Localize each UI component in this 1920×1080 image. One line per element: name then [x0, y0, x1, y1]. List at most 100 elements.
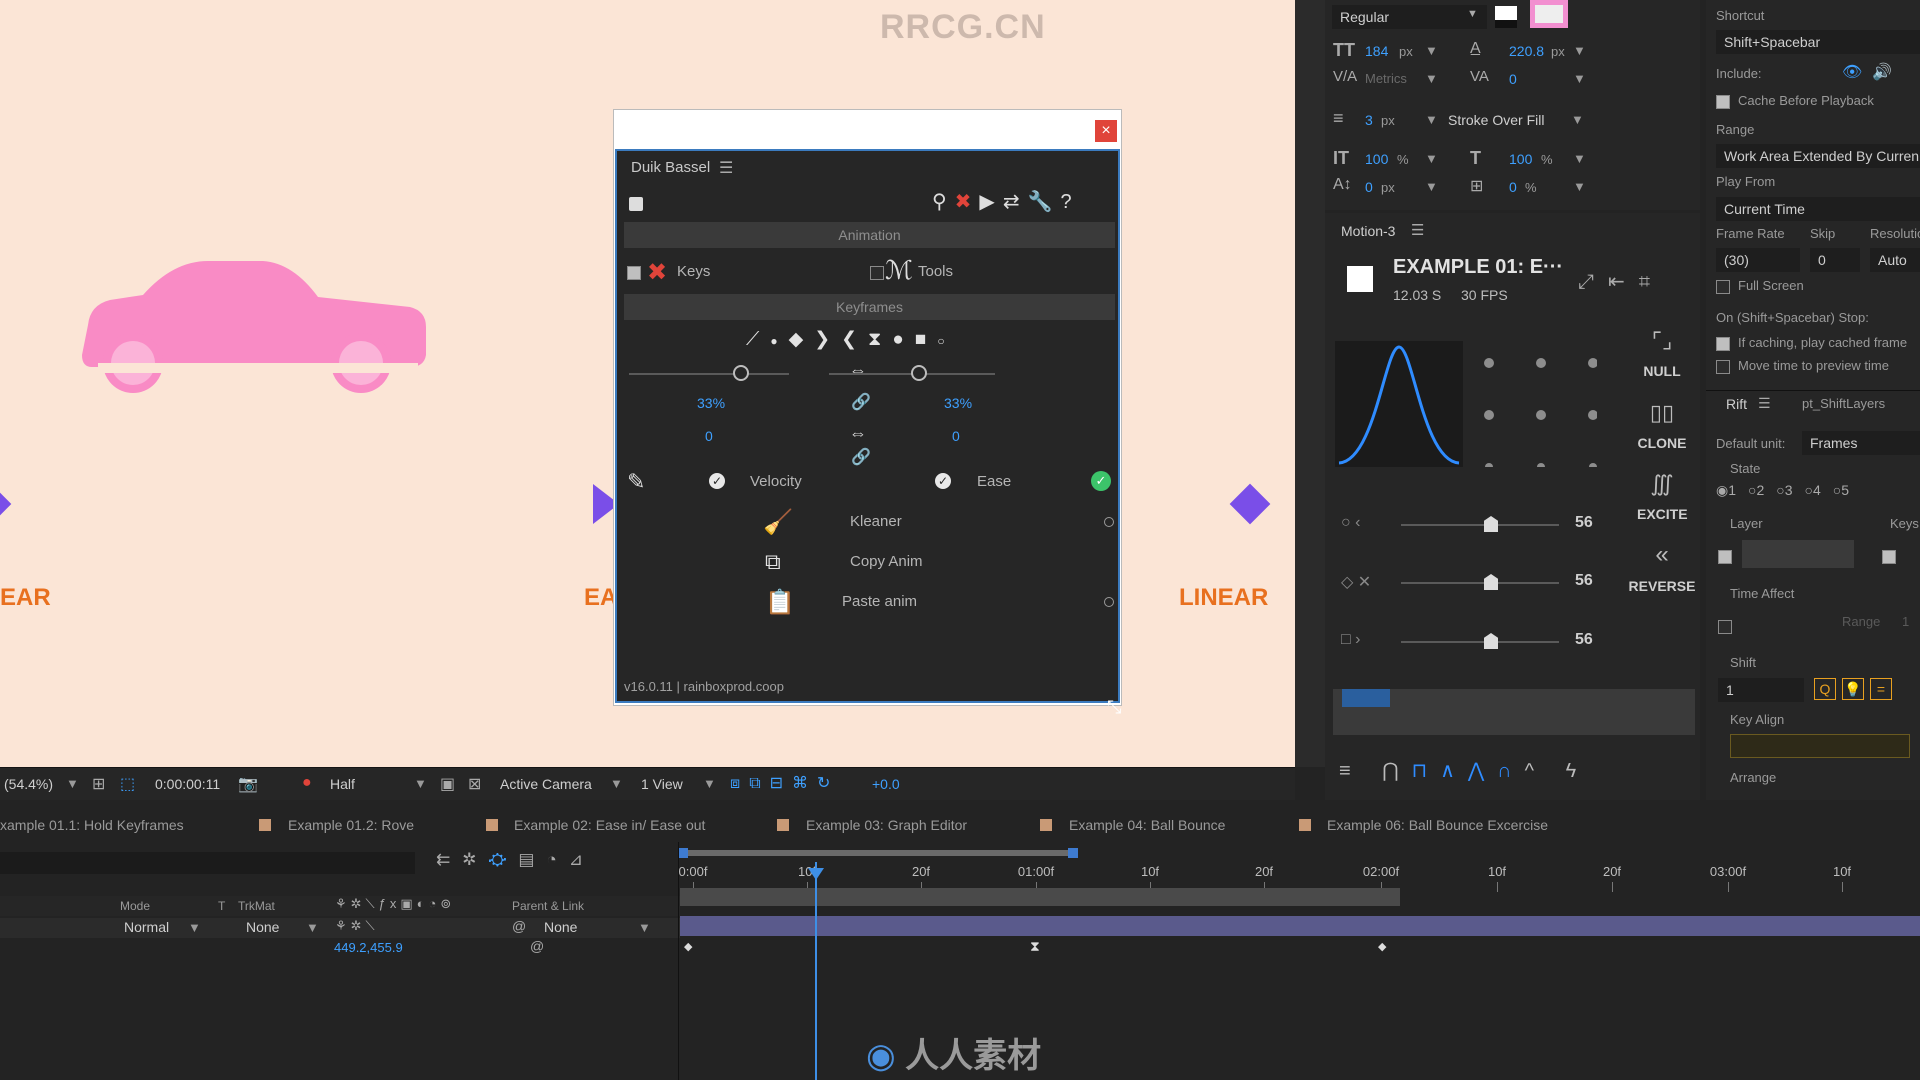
toggle-pixel-icon[interactable]: ⧈ [730, 775, 749, 792]
null-button[interactable]: NULL [1637, 363, 1687, 379]
curve-a-icon[interactable]: ⊓ [1412, 760, 1441, 782]
state-radio-5[interactable]: ○5 [1833, 482, 1849, 498]
shift-bulb-button[interactable]: 💡 [1842, 678, 1864, 700]
flowchart-icon[interactable]: ⌘ [792, 775, 817, 792]
help-icon[interactable]: ? [1060, 191, 1079, 213]
play-from-select[interactable]: Current Time [1716, 197, 1920, 221]
menu-icon[interactable]: ≡ [1339, 760, 1364, 782]
exposure-value[interactable]: +0.0 [872, 776, 900, 792]
parent-select[interactable]: None [544, 919, 577, 935]
clone-button[interactable]: CLONE [1637, 435, 1687, 451]
range-field[interactable]: Range [1842, 614, 1880, 629]
influence-left-knob[interactable] [733, 365, 749, 381]
slider-1-track[interactable] [1401, 524, 1559, 526]
shift-equals-button[interactable]: = [1870, 678, 1892, 700]
fill-color-swatch[interactable] [1495, 6, 1517, 28]
tools-checkbox[interactable] [870, 266, 884, 280]
velocity-label[interactable]: Velocity [750, 473, 802, 490]
tab-ball-bounce-exercise[interactable]: Example 06: Ball Bounce Excercise [1327, 817, 1548, 833]
font-size-value[interactable]: 184 [1365, 43, 1388, 59]
chevron-down-icon[interactable]: ▼ [638, 920, 651, 935]
roi-icon[interactable]: ▣ [440, 774, 455, 794]
state-radio-4[interactable]: ○4 [1805, 482, 1821, 498]
slider-2-track[interactable] [1401, 582, 1559, 584]
paste-options-icon[interactable] [1104, 597, 1114, 607]
ease-out-icon[interactable]: ❮ [841, 329, 868, 350]
timeline-icon[interactable]: ⊟ [770, 775, 792, 792]
tab-graph-editor[interactable]: Example 03: Graph Editor [806, 817, 967, 833]
stroke-color-swatch[interactable] [1530, 0, 1568, 28]
swap-icon[interactable]: ⇄ [1003, 191, 1028, 213]
velocity-check-icon[interactable]: ✓ [709, 473, 725, 489]
tab-rove[interactable]: Example 01.2: Rove [288, 817, 414, 833]
hold-key-icon[interactable]: ■ [915, 329, 937, 350]
auto-bezier-icon[interactable]: ● [892, 329, 914, 350]
panel-menu-icon[interactable]: ☰ [1758, 395, 1771, 412]
fast-preview-icon[interactable]: ⧉ [749, 775, 769, 792]
time-ruler[interactable]: 0:00f 10f 20f 01:00f 10f 20f 02:00f 10f 20f 03:00… [0, 842, 1920, 892]
influence-left-value[interactable]: 33% [697, 395, 725, 411]
shift-value-input[interactable]: 1 [1718, 678, 1804, 702]
eyedropper-icon[interactable]: ✎ [627, 469, 645, 495]
stroke-width-value[interactable]: 3 [1365, 112, 1373, 128]
caret-icon[interactable]: ^ [1525, 760, 1547, 782]
leading-value[interactable]: 220.8 [1509, 43, 1544, 59]
ease-square-icon[interactable]: □ › [1341, 631, 1360, 649]
keys-checkbox[interactable] [1882, 550, 1896, 564]
chevron-down-icon[interactable]: ▼ [1425, 179, 1438, 194]
kerning-value[interactable]: Metrics [1365, 71, 1407, 86]
layer-duration-bar[interactable] [680, 888, 1400, 906]
state-radio-3[interactable]: ○3 [1776, 482, 1792, 498]
influence-right-value[interactable]: 33% [944, 395, 972, 411]
layer-switch-icons[interactable]: ⚘✲⟍ [335, 918, 379, 934]
chevron-down-icon[interactable]: ▼ [1425, 112, 1438, 127]
layer-checkbox[interactable] [1718, 550, 1732, 564]
paste-anim-button[interactable]: Paste anim [842, 593, 917, 610]
panel-square-icon[interactable] [629, 197, 643, 211]
tab-ease-in-out[interactable]: Example 02: Ease in/ Ease out [514, 817, 705, 833]
range-select[interactable]: Work Area Extended By Curren [1716, 144, 1920, 168]
excite-button[interactable]: EXCITE [1637, 506, 1688, 522]
clone-icon[interactable]: ▯▯ [1637, 400, 1687, 426]
move-time-checkbox[interactable] [1716, 360, 1730, 374]
chevron-down-icon[interactable]: ▼ [1425, 43, 1438, 58]
roving-key-icon[interactable]: ○ [937, 334, 955, 348]
resolution-select[interactable]: Auto [1870, 248, 1920, 272]
position-value[interactable]: 449.2,455.9 [334, 940, 403, 955]
keyframe-2[interactable]: ⧗ [1030, 938, 1040, 955]
tools-label[interactable]: Tools [918, 263, 953, 280]
if-caching-checkbox[interactable] [1716, 337, 1730, 351]
cache-checkbox[interactable] [1716, 95, 1730, 109]
panel-menu-icon[interactable]: ☰ [719, 158, 733, 178]
reverse-button[interactable]: REVERSE [1625, 578, 1699, 594]
excite-icon[interactable]: ∭ [1637, 471, 1687, 497]
influence-right-knob[interactable] [911, 365, 927, 381]
current-timecode[interactable]: 0:00:00:11 [155, 776, 220, 792]
skip-select[interactable]: 0 [1810, 248, 1860, 272]
key-align-buttons[interactable] [1730, 734, 1910, 758]
null-icon[interactable]: ⌜⌟ [1637, 328, 1687, 354]
slider-3-value[interactable]: 56 [1575, 631, 1593, 649]
chevron-down-icon[interactable]: ▼ [414, 776, 427, 791]
frame-rate-select[interactable]: (30) [1716, 248, 1800, 272]
influence-left-track[interactable] [629, 373, 789, 375]
layer-bar[interactable] [680, 916, 1920, 936]
camera-icon[interactable]: ▶ [979, 191, 1002, 213]
animation-icon[interactable]: ✖ [955, 191, 980, 213]
reset-exposure-icon[interactable]: ↻ [817, 775, 839, 792]
expand-icon[interactable]: ⤢ [1578, 271, 1608, 293]
lightning-icon[interactable]: ϟ [1566, 760, 1590, 782]
snapshot-icon[interactable]: 📷 [238, 774, 258, 794]
transparency-grid-icon[interactable]: ⊠ [468, 774, 481, 794]
tab-ball-bounce[interactable]: Example 04: Ball Bounce [1069, 817, 1225, 833]
default-unit-select[interactable]: Frames [1802, 431, 1920, 455]
playhead-line[interactable] [815, 862, 817, 1080]
trkmat-select[interactable]: None [246, 919, 279, 935]
ease-check-icon[interactable]: ✓ [935, 473, 951, 489]
region-icon[interactable]: ⬚ [120, 774, 135, 794]
shift-q-button[interactable]: Q [1814, 678, 1836, 700]
tsume-value[interactable]: 0 [1509, 179, 1517, 195]
stroke-mode-select[interactable]: Stroke Over Fill [1440, 108, 1580, 132]
kleaner-button[interactable]: Kleaner [850, 513, 902, 530]
tracking-value[interactable]: 0 [1509, 71, 1517, 87]
